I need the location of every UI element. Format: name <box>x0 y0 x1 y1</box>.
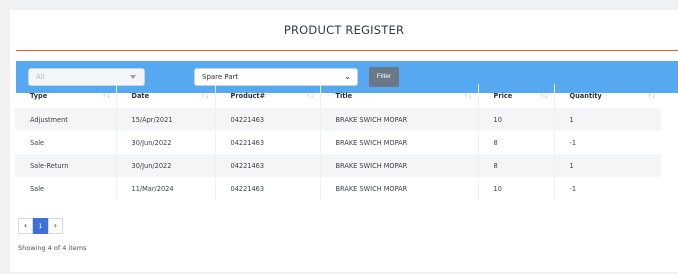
column-header[interactable]: Date ↑↓ <box>116 84 216 108</box>
column-header[interactable]: Product# ↑↓ <box>215 84 321 108</box>
cell-product: 04221463 <box>215 177 321 200</box>
cell-title: BRAKE SWICH MOPAR <box>320 177 479 200</box>
sort-icon: ↑↓ <box>200 93 209 100</box>
cell-quantity: -1 <box>569 184 577 193</box>
cell-date: 11/Mar/2024 <box>116 177 216 200</box>
pagination: ‹ 1 › <box>18 218 63 234</box>
cell-title: BRAKE SWICH MOPAR <box>320 108 479 131</box>
cell-date: 15/Apr/2021 <box>116 108 216 131</box>
caret-down-icon <box>130 75 136 79</box>
sort-icon: ↑↓ <box>101 93 110 100</box>
cell-price: 10 <box>478 108 555 131</box>
cell-type: Sale <box>15 177 117 200</box>
chevron-down-icon: ⌄ <box>344 72 351 81</box>
page-title: PRODUCT REGISTER <box>283 23 405 37</box>
sort-icon: ↑↓ <box>539 93 548 100</box>
column-header[interactable]: Price ↑↓ <box>478 84 555 108</box>
cell-title: BRAKE SWICH MOPAR <box>320 131 479 154</box>
results-table-card: Type ↑↓ Date ↑↓ Product# ↑↓ Title ↑↓ Price ↑↓… <box>15 84 669 214</box>
cell-price: 8 <box>478 131 555 154</box>
cell-date: 30/Jun/2022 <box>116 154 216 177</box>
cell-type: Sale <box>15 131 117 154</box>
title-divider <box>16 50 678 51</box>
type-select-value: All <box>36 73 45 81</box>
results-table: Type ↑↓ Date ↑↓ Product# ↑↓ Title ↑↓ Price ↑↓… <box>15 84 661 200</box>
cell-quantity: 1 <box>554 154 661 177</box>
column-header[interactable]: Quantity ↑↓ <box>554 84 661 108</box>
column-header[interactable]: Type ↑↓ <box>15 84 117 108</box>
sort-icon: ↑↓ <box>646 93 656 100</box>
column-header[interactable]: Title ↑↓ <box>320 84 479 108</box>
items-count-text: Showing 4 of 4 items <box>18 244 87 252</box>
table-row[interactable]: Sale-Return 30/Jun/2022 04221463 BRAKE S… <box>15 154 661 177</box>
sort-icon: ↑↓ <box>305 93 314 100</box>
cell-price: 10 <box>478 177 555 200</box>
cell-product: 04221463 <box>215 154 321 177</box>
page-1-button[interactable]: 1 <box>33 218 48 234</box>
cell-date: 30/Jun/2022 <box>116 131 216 154</box>
next-page-button[interactable]: › <box>48 218 63 234</box>
part-select-value: Spare Part <box>202 73 239 81</box>
cell-type: Sale-Return <box>15 154 117 177</box>
table-row[interactable]: Sale 30/Jun/2022 04221463 BRAKE SWICH MO… <box>15 131 661 154</box>
cell-quantity: -1 <box>569 138 577 147</box>
cell-type: Adjustment <box>15 108 117 131</box>
cell-product: 04221463 <box>215 108 321 131</box>
table-row[interactable]: Adjustment 15/Apr/2021 04221463 BRAKE SW… <box>15 108 661 131</box>
cell-product: 04221463 <box>215 131 321 154</box>
cell-price: 8 <box>478 154 555 177</box>
table-row[interactable]: Sale 11/Mar/2024 04221463 BRAKE SWICH MO… <box>15 177 661 200</box>
table-header-row: Type ↑↓ Date ↑↓ Product# ↑↓ Title ↑↓ Price ↑↓… <box>15 84 661 108</box>
cell-title: BRAKE SWICH MOPAR <box>320 154 479 177</box>
prev-page-button[interactable]: ‹ <box>18 218 33 234</box>
cell-quantity: 1 <box>554 108 661 131</box>
sort-icon: ↑↓ <box>463 93 472 100</box>
